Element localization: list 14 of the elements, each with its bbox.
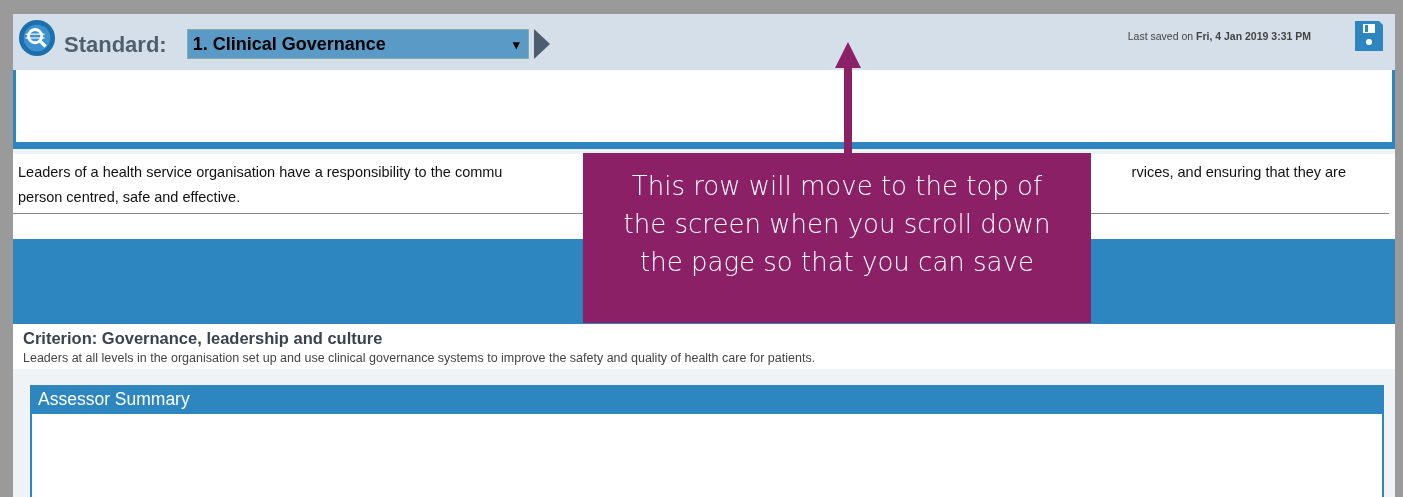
last-saved-text: Last saved on Fri, 4 Jan 2019 3:31 PM: [1127, 30, 1311, 42]
next-arrow-icon[interactable]: [533, 29, 550, 59]
description-text: rvices, and ensuring that they are: [1131, 163, 1346, 182]
standard-dropdown[interactable]: 1. Clinical Governance ▾: [186, 29, 529, 59]
description-text: person centred, safe and effective.: [18, 188, 241, 207]
criterion-text: Leaders at all levels in the organisation set up and use clinical governance systems to improve the safety and quality of health care for patients.: [23, 351, 817, 365]
save-icon[interactable]: [1355, 21, 1383, 51]
callout-text: This row will move to the top of the screen when you scroll down the page so that you can save: [583, 153, 1091, 323]
text-area[interactable]: [13, 70, 1395, 149]
standard-label: Standard:: [64, 32, 167, 58]
panel-title: Assessor Summary: [37, 388, 191, 411]
magnifier-logo-icon: [18, 19, 56, 57]
criterion-title: Criterion: Governance, leadership and culture: [23, 329, 384, 348]
description-text: Leaders of a health service organisation have a responsibility to the commu: [18, 163, 503, 182]
